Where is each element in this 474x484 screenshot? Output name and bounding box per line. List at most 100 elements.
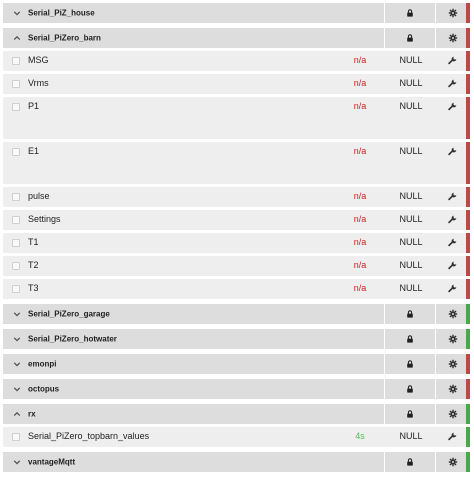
column-divider bbox=[384, 3, 385, 23]
gear-icon[interactable] bbox=[448, 457, 458, 467]
feed-name: MSG bbox=[28, 55, 49, 65]
wrench-icon[interactable] bbox=[448, 238, 457, 247]
node-name: vantageMqtt bbox=[28, 457, 76, 467]
wrench-icon[interactable] bbox=[448, 215, 457, 224]
node-row[interactable]: octopus bbox=[3, 379, 470, 399]
node-row[interactable]: vantageMqtt bbox=[3, 452, 470, 472]
gear-icon[interactable] bbox=[448, 334, 458, 344]
feed-updated-time: n/a bbox=[353, 283, 367, 293]
feed-row[interactable]: pulse n/a NULL bbox=[3, 187, 470, 207]
node-status-indicator bbox=[466, 354, 470, 374]
feed-status-indicator bbox=[466, 210, 470, 230]
feed-select-checkbox[interactable] bbox=[12, 148, 20, 156]
lock-icon[interactable] bbox=[406, 310, 414, 319]
lock-icon[interactable] bbox=[406, 458, 414, 467]
gear-icon[interactable] bbox=[448, 409, 458, 419]
feed-name: P1 bbox=[28, 101, 40, 111]
feed-updated-time: 4s bbox=[355, 431, 365, 441]
feed-status-indicator bbox=[466, 51, 470, 71]
node-status-indicator bbox=[466, 404, 470, 424]
lock-icon[interactable] bbox=[406, 360, 414, 369]
feed-updated-time: n/a bbox=[353, 101, 367, 111]
feed-status-indicator bbox=[466, 74, 470, 94]
gear-icon[interactable] bbox=[448, 8, 458, 18]
column-divider bbox=[435, 404, 436, 424]
feed-name: Serial_PiZero_topbarn_values bbox=[28, 431, 150, 441]
wrench-icon[interactable] bbox=[448, 261, 457, 270]
chevron-up-icon[interactable] bbox=[13, 34, 21, 42]
feed-select-checkbox[interactable] bbox=[12, 262, 20, 270]
feed-status-indicator bbox=[466, 97, 470, 139]
feed-value: NULL bbox=[399, 191, 423, 201]
feed-row[interactable]: T2 n/a NULL bbox=[3, 256, 470, 276]
feed-updated-time: n/a bbox=[353, 55, 367, 65]
gear-icon[interactable] bbox=[448, 309, 458, 319]
gear-icon[interactable] bbox=[448, 359, 458, 369]
wrench-icon[interactable] bbox=[448, 79, 457, 88]
feed-select-checkbox[interactable] bbox=[12, 239, 20, 247]
gear-icon[interactable] bbox=[448, 384, 458, 394]
feed-select-checkbox[interactable] bbox=[12, 433, 20, 441]
feed-name: T1 bbox=[28, 237, 39, 247]
node-row[interactable]: emonpi bbox=[3, 354, 470, 374]
feed-row[interactable]: T1 n/a NULL bbox=[3, 233, 470, 253]
feed-status-indicator bbox=[466, 187, 470, 207]
node-name: rx bbox=[28, 409, 36, 419]
feed-row[interactable]: MSG n/a NULL bbox=[3, 51, 470, 71]
node-row[interactable]: Serial_PiZero_garage bbox=[3, 304, 470, 324]
lock-icon[interactable] bbox=[406, 9, 414, 18]
feed-select-checkbox[interactable] bbox=[12, 285, 20, 293]
lock-icon[interactable] bbox=[406, 410, 414, 419]
node-name: Serial_PiZ_house bbox=[28, 8, 95, 18]
feed-name: Settings bbox=[28, 214, 61, 224]
gear-icon[interactable] bbox=[448, 33, 458, 43]
feed-select-checkbox[interactable] bbox=[12, 103, 20, 111]
feed-row[interactable]: Serial_PiZero_topbarn_values 4s NULL bbox=[3, 427, 470, 447]
chevron-down-icon[interactable] bbox=[13, 385, 21, 393]
wrench-icon[interactable] bbox=[448, 147, 457, 156]
chevron-down-icon[interactable] bbox=[13, 360, 21, 368]
feed-row[interactable]: Settings n/a NULL bbox=[3, 210, 470, 230]
node-row[interactable]: Serial_PiZero_barn bbox=[3, 28, 470, 48]
node-list: Serial_PiZ_house Serial_PiZero_barn MSG n/a… bbox=[0, 0, 474, 484]
feed-row[interactable]: T3 n/a NULL bbox=[3, 279, 470, 299]
wrench-icon[interactable] bbox=[448, 284, 457, 293]
lock-icon[interactable] bbox=[406, 335, 414, 344]
node-row[interactable]: rx bbox=[3, 404, 470, 424]
feed-name: pulse bbox=[28, 191, 50, 201]
column-divider bbox=[384, 379, 385, 399]
wrench-icon[interactable] bbox=[448, 192, 457, 201]
wrench-icon[interactable] bbox=[448, 56, 457, 65]
column-divider bbox=[435, 354, 436, 374]
feed-updated-time: n/a bbox=[353, 237, 367, 247]
chevron-down-icon[interactable] bbox=[13, 458, 21, 466]
chevron-down-icon[interactable] bbox=[13, 310, 21, 318]
feed-select-checkbox[interactable] bbox=[12, 216, 20, 224]
node-status-indicator bbox=[466, 28, 470, 48]
chevron-down-icon[interactable] bbox=[13, 335, 21, 343]
node-status-indicator bbox=[466, 3, 470, 23]
wrench-icon[interactable] bbox=[448, 102, 457, 111]
feed-row[interactable]: P1 n/a NULL bbox=[3, 97, 470, 139]
feed-name: T2 bbox=[28, 260, 39, 270]
lock-icon[interactable] bbox=[406, 385, 414, 394]
feed-row[interactable]: E1 n/a NULL bbox=[3, 142, 470, 184]
node-row[interactable]: Serial_PiZero_hotwater bbox=[3, 329, 470, 349]
chevron-down-icon[interactable] bbox=[13, 9, 21, 17]
node-row[interactable]: Serial_PiZ_house bbox=[3, 3, 470, 23]
node-name: Serial_PiZero_garage bbox=[28, 309, 110, 319]
wrench-icon[interactable] bbox=[448, 432, 457, 441]
feed-row[interactable]: Vrms n/a NULL bbox=[3, 74, 470, 94]
feed-select-checkbox[interactable] bbox=[12, 57, 20, 65]
node-status-indicator bbox=[466, 452, 470, 472]
feed-select-checkbox[interactable] bbox=[12, 193, 20, 201]
lock-icon[interactable] bbox=[406, 34, 414, 43]
column-divider bbox=[435, 28, 436, 48]
feed-name: Vrms bbox=[28, 78, 49, 88]
chevron-up-icon[interactable] bbox=[13, 410, 21, 418]
feed-select-checkbox[interactable] bbox=[12, 80, 20, 88]
column-divider bbox=[384, 329, 385, 349]
feed-value: NULL bbox=[399, 283, 423, 293]
node-status-indicator bbox=[466, 304, 470, 324]
feed-value: NULL bbox=[399, 55, 423, 65]
